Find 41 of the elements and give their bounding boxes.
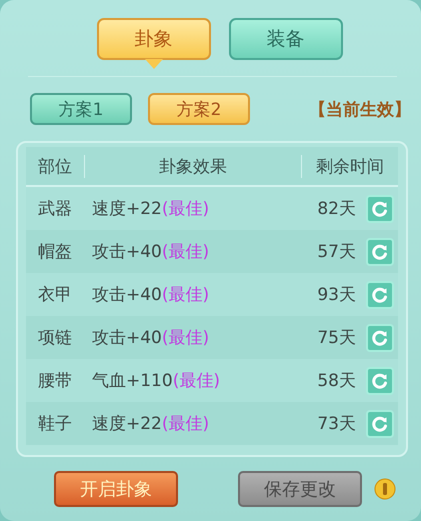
refresh-icon [371,414,389,432]
info-icon[interactable] [374,478,396,500]
scheme-button[interactable]: 方案2 [148,93,250,125]
table-cell-text: 帽盔 [37,241,73,263]
table-cell-text: 气血+110(最佳) [91,370,221,392]
table-cell-text: 攻击+40(最佳) [91,241,210,263]
refresh-icon [371,242,389,260]
column-header: 剩余时间 [315,156,385,178]
table-cell-text: 项链 [37,327,73,349]
table-cell-text: 攻击+40(最佳) [91,327,210,349]
scheme-button[interactable]: 方案1 [30,93,132,125]
table-cell-text: 衣甲 [37,284,73,306]
table-cell-text: 73天 [316,413,356,435]
column-header: 部位 [26,154,85,178]
table-cell-text: 武器 [37,198,73,220]
table-cell-text: 93天 [316,284,356,306]
refresh-icon [371,372,389,390]
table-cell-text: 75天 [316,327,356,349]
tab[interactable]: 装备 [228,18,342,60]
table-cell-text: 腰带 [37,370,73,392]
refresh-button[interactable] [366,194,394,222]
refresh-button[interactable] [366,324,394,352]
refresh-button[interactable] [366,238,394,266]
refresh-button[interactable] [366,280,394,308]
table-cell-text: 82天 [316,198,356,220]
column-header: 卦象效果 [85,154,302,178]
action-button[interactable]: 开启卦象 [54,471,178,507]
table-cell-text: 速度+22(最佳) [91,198,210,220]
refresh-button[interactable] [366,410,394,438]
refresh-icon [371,286,389,304]
table-cell-text: 攻击+40(最佳) [91,284,210,306]
table-cell-text: 57天 [316,241,356,263]
tab[interactable]: 卦象 [96,18,210,60]
refresh-button[interactable] [366,366,394,394]
tab-pointer-icon [144,59,162,69]
table-cell-text: 58天 [316,370,356,392]
refresh-icon [371,200,389,218]
refresh-icon [371,328,389,346]
status-label: 【当前生效】 [309,98,411,120]
table-cell-text: 速度+22(最佳) [91,413,210,435]
table-cell-text: 鞋子 [37,413,73,435]
